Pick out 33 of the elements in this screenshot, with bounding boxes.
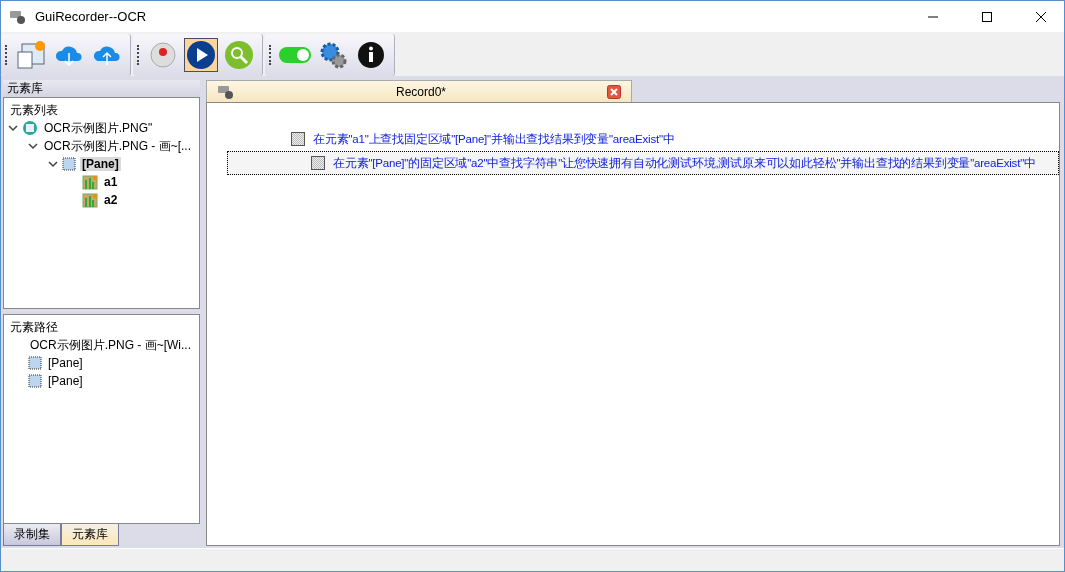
path-item[interactable]: [Pane] xyxy=(46,356,85,370)
app-icon xyxy=(22,120,38,136)
document-tab[interactable]: Record0* xyxy=(206,80,632,102)
panel-tab[interactable]: 录制集 xyxy=(3,524,61,546)
pane-icon xyxy=(28,374,42,388)
window-title: GuiRecorder--OCR xyxy=(35,9,148,24)
tree-item[interactable]: [Pane] xyxy=(80,157,121,171)
panel-title: 元素库 xyxy=(3,80,200,97)
step-text: 在元素"[Pane]"的固定区域"a2"中查找字符串"让您快速拥有自动化测试环境,测试原来可以如此轻松"并输出查找的结果到变量"areaExist"中 xyxy=(333,155,1036,171)
step-checkbox[interactable] xyxy=(291,132,305,146)
image-icon xyxy=(82,192,98,208)
tree-item[interactable]: a2 xyxy=(102,193,120,207)
step-checkbox[interactable] xyxy=(311,156,325,170)
step-row[interactable]: 在元素"[Pane]"的固定区域"a2"中查找字符串"让您快速拥有自动化测试环境,测试原来可以如此轻松"并输出查找的结果到变量"areaExist"中 xyxy=(227,151,1059,175)
section-title: 元素列表 xyxy=(9,101,59,119)
maximize-icon[interactable] xyxy=(982,11,992,22)
path-item[interactable]: [Pane] xyxy=(46,374,85,388)
pane-icon xyxy=(62,157,76,171)
pane-icon xyxy=(28,356,42,370)
tab-title: Record0* xyxy=(395,84,447,99)
step-text: 在元素"a1"上查找固定区域"[Pane]"并输出查找结果到变量"areaExist"中 xyxy=(313,131,675,147)
step-row[interactable]: 在元素"a1"上查找固定区域"[Pane]"并输出查找结果到变量"areaExist"中 xyxy=(207,127,1059,151)
tree-item[interactable]: OCR示例图片.PNG" xyxy=(42,119,155,137)
section-title: 元素路径 xyxy=(9,318,59,336)
close-icon[interactable] xyxy=(1036,11,1046,22)
panel-tab[interactable]: 元素库 xyxy=(61,524,119,546)
tree-item[interactable]: a1 xyxy=(102,175,120,189)
app-icon xyxy=(9,8,27,25)
path-item[interactable]: OCR示例图片.PNG - 画~[Wi... xyxy=(28,336,193,354)
image-icon xyxy=(82,174,98,190)
tree-item[interactable]: OCR示例图片.PNG - 画~[... xyxy=(42,137,193,155)
play-button[interactable] xyxy=(184,38,218,72)
app-icon xyxy=(217,83,235,100)
